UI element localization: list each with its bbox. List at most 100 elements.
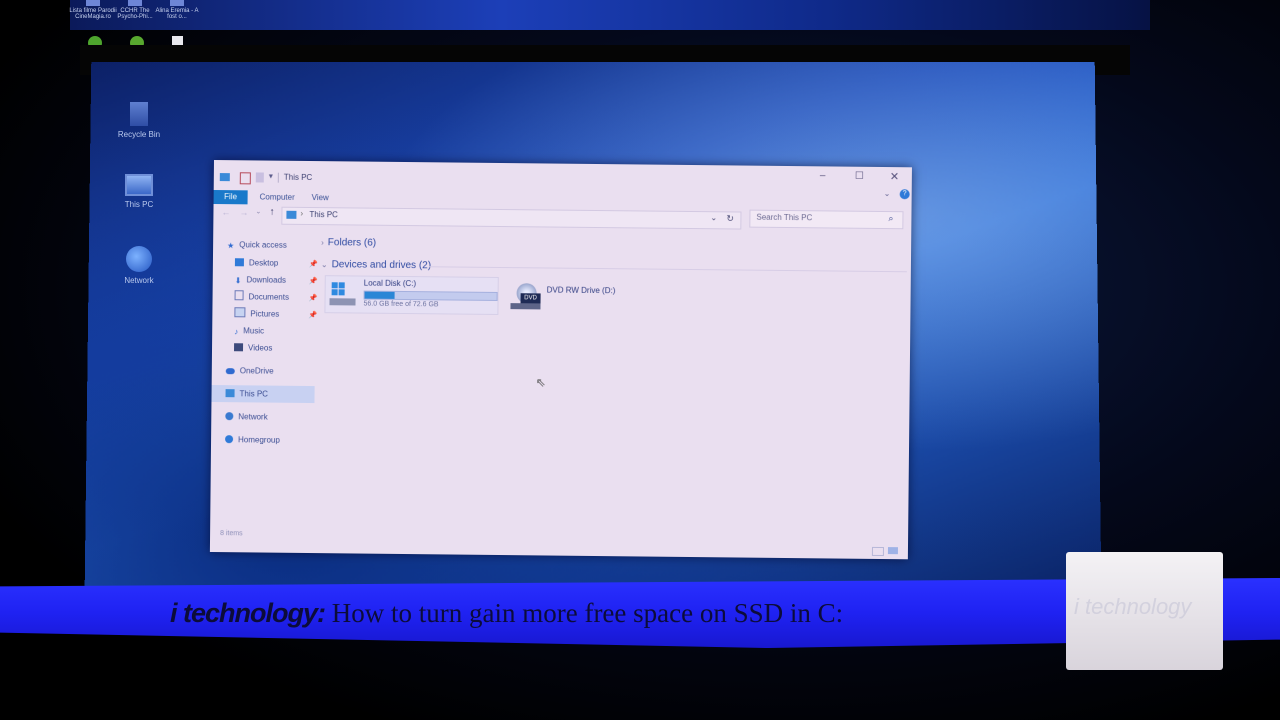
computer-icon [125, 174, 153, 196]
homegroup-icon [225, 435, 233, 443]
desktop-icon [235, 258, 244, 266]
top-monitor-strip [70, 0, 1150, 30]
address-dropdown-icon[interactable]: ⌄ [710, 213, 717, 222]
pin-icon[interactable]: 📌 [309, 294, 318, 302]
computer-icon [220, 173, 230, 181]
properties-icon[interactable] [240, 172, 251, 184]
network-icon [126, 246, 152, 272]
pictures-icon [234, 307, 245, 317]
maximize-button[interactable]: ☐ [855, 171, 864, 182]
close-button[interactable]: ✕ [890, 170, 899, 183]
caption-text: i technology: How to turn gain more free… [170, 598, 843, 629]
desktop-icon-network[interactable]: Network [104, 246, 174, 285]
nav-label: Network [238, 412, 267, 421]
drive-name: Local Disk (C:) [364, 279, 417, 289]
mouse-cursor-icon: ⇖ [536, 375, 546, 389]
desktop-icon-label: Network [124, 276, 153, 285]
drive-tile-c[interactable]: Local Disk (C:) 56.0 GB free of 72.6 GB [324, 275, 498, 315]
music-icon: ♪ [234, 325, 238, 333]
nav-label: Desktop [249, 258, 278, 267]
nav-label: Pictures [250, 309, 279, 318]
large-icons-view-icon[interactable] [888, 547, 898, 554]
navigation-row: ← → ⌄ ↑ › This PC ⌄ ↻ Search This PC ⌕ [213, 206, 911, 231]
tab-file[interactable]: File [214, 190, 248, 204]
documents-icon [235, 290, 244, 300]
desktop-icon-recycle-bin[interactable]: Recycle Bin [104, 102, 174, 139]
pin-icon[interactable]: 📌 [308, 311, 317, 319]
nav-pictures[interactable]: Pictures [234, 307, 279, 321]
drive-usage-fill [365, 292, 395, 299]
nav-label: Quick access [239, 240, 287, 249]
search-input[interactable]: Search This PC ⌕ [749, 210, 903, 230]
cloud-icon [226, 368, 235, 374]
group-devices[interactable]: ⌄ Devices and drives (2) [321, 259, 431, 271]
group-label: Folders (6) [328, 237, 376, 249]
desktop-icon-this-pc[interactable]: This PC [104, 174, 174, 209]
channel-logo-box: i technology [1066, 552, 1223, 670]
computer-icon [226, 389, 235, 397]
computer-icon [286, 211, 296, 219]
shortcut-icon [86, 0, 100, 6]
group-divider [429, 266, 907, 272]
nav-documents[interactable]: Documents [234, 290, 289, 305]
drive-tile-d[interactable]: DVD DVD RW Drive (D:) [510, 279, 690, 315]
navigation-pane: ★ Quick access Desktop ⬇ Downloads Documen… [210, 232, 318, 533]
nav-network[interactable]: Network [225, 410, 267, 424]
details-view-icon[interactable] [872, 547, 884, 556]
window-title: This PC [284, 173, 313, 182]
tab-computer[interactable]: Computer [254, 190, 301, 204]
nav-label: Videos [248, 343, 272, 352]
desktop-icon-label: This PC [125, 200, 153, 209]
tab-view[interactable]: View [306, 191, 335, 205]
nav-quick-access[interactable]: ★ Quick access [227, 238, 287, 253]
refresh-icon[interactable]: ↻ [726, 213, 734, 224]
search-placeholder: Search This PC [756, 213, 812, 223]
nav-onedrive[interactable]: OneDrive [226, 364, 274, 378]
logo-watermark: i technology [1074, 594, 1191, 620]
address-bar[interactable]: › This PC ⌄ ↻ [281, 207, 741, 230]
minimize-button[interactable]: – [820, 170, 826, 181]
nav-this-pc[interactable]: This PC [225, 387, 268, 401]
back-arrow-icon[interactable]: ← [221, 207, 230, 217]
drive-name: DVD RW Drive (D:) [547, 285, 616, 295]
group-label: Devices and drives (2) [332, 259, 432, 271]
nav-desktop[interactable]: Desktop [235, 256, 279, 270]
dvd-drive-icon: DVD [510, 283, 540, 309]
forward-arrow-icon[interactable]: → [239, 207, 248, 217]
caption-brand: i technology: [170, 598, 325, 628]
nav-label: This PC [240, 389, 269, 398]
desktop-shortcut[interactable]: Alina Eremia - A fost o... [152, 0, 202, 20]
shortcut-label: Alina Eremia - A fost o... [155, 8, 198, 20]
download-icon: ⬇ [235, 274, 242, 282]
drive-usage-bar [364, 291, 498, 301]
nav-homegroup[interactable]: Homegroup [225, 433, 280, 448]
pin-icon[interactable]: 📌 [309, 260, 318, 268]
nav-label: Homegroup [238, 435, 280, 444]
nav-label: Downloads [246, 275, 286, 284]
shortcut-label: CCHR The Psycho-Phi... [117, 8, 152, 20]
caption-title: How to turn gain more free space on SSD … [332, 598, 843, 628]
status-item-count: 8 items [220, 530, 243, 537]
up-arrow-icon[interactable]: ↑ [269, 207, 274, 218]
nav-label: Music [243, 326, 264, 335]
search-icon[interactable]: ⌕ [888, 213, 893, 224]
nav-videos[interactable]: Videos [234, 341, 272, 355]
content-pane: › Folders (6) ⌄ Devices and drives (2) Loc… [318, 233, 909, 539]
shortcut-icon [128, 0, 142, 6]
drive-free-space: 56.0 GB free of 72.6 GB [363, 301, 438, 309]
recycle-bin-icon [130, 102, 148, 126]
chevron-right-icon: › [321, 238, 324, 247]
hard-drive-icon [329, 282, 355, 306]
breadcrumb[interactable]: This PC [309, 210, 338, 219]
group-folders[interactable]: › Folders (6) [321, 237, 376, 249]
nav-label: OneDrive [240, 366, 274, 375]
star-icon: ★ [227, 239, 234, 247]
customize-toolbar-icon[interactable]: ▾ [269, 172, 273, 181]
nav-music[interactable]: ♪ Music [234, 324, 264, 338]
nav-downloads[interactable]: ⬇ Downloads [235, 273, 286, 288]
pin-icon[interactable]: 📌 [309, 277, 318, 285]
chevron-down-icon: ⌄ [321, 260, 328, 269]
recent-locations-icon[interactable]: ⌄ [255, 207, 261, 215]
breadcrumb-separator: › [300, 209, 303, 218]
new-folder-icon[interactable] [256, 172, 264, 182]
